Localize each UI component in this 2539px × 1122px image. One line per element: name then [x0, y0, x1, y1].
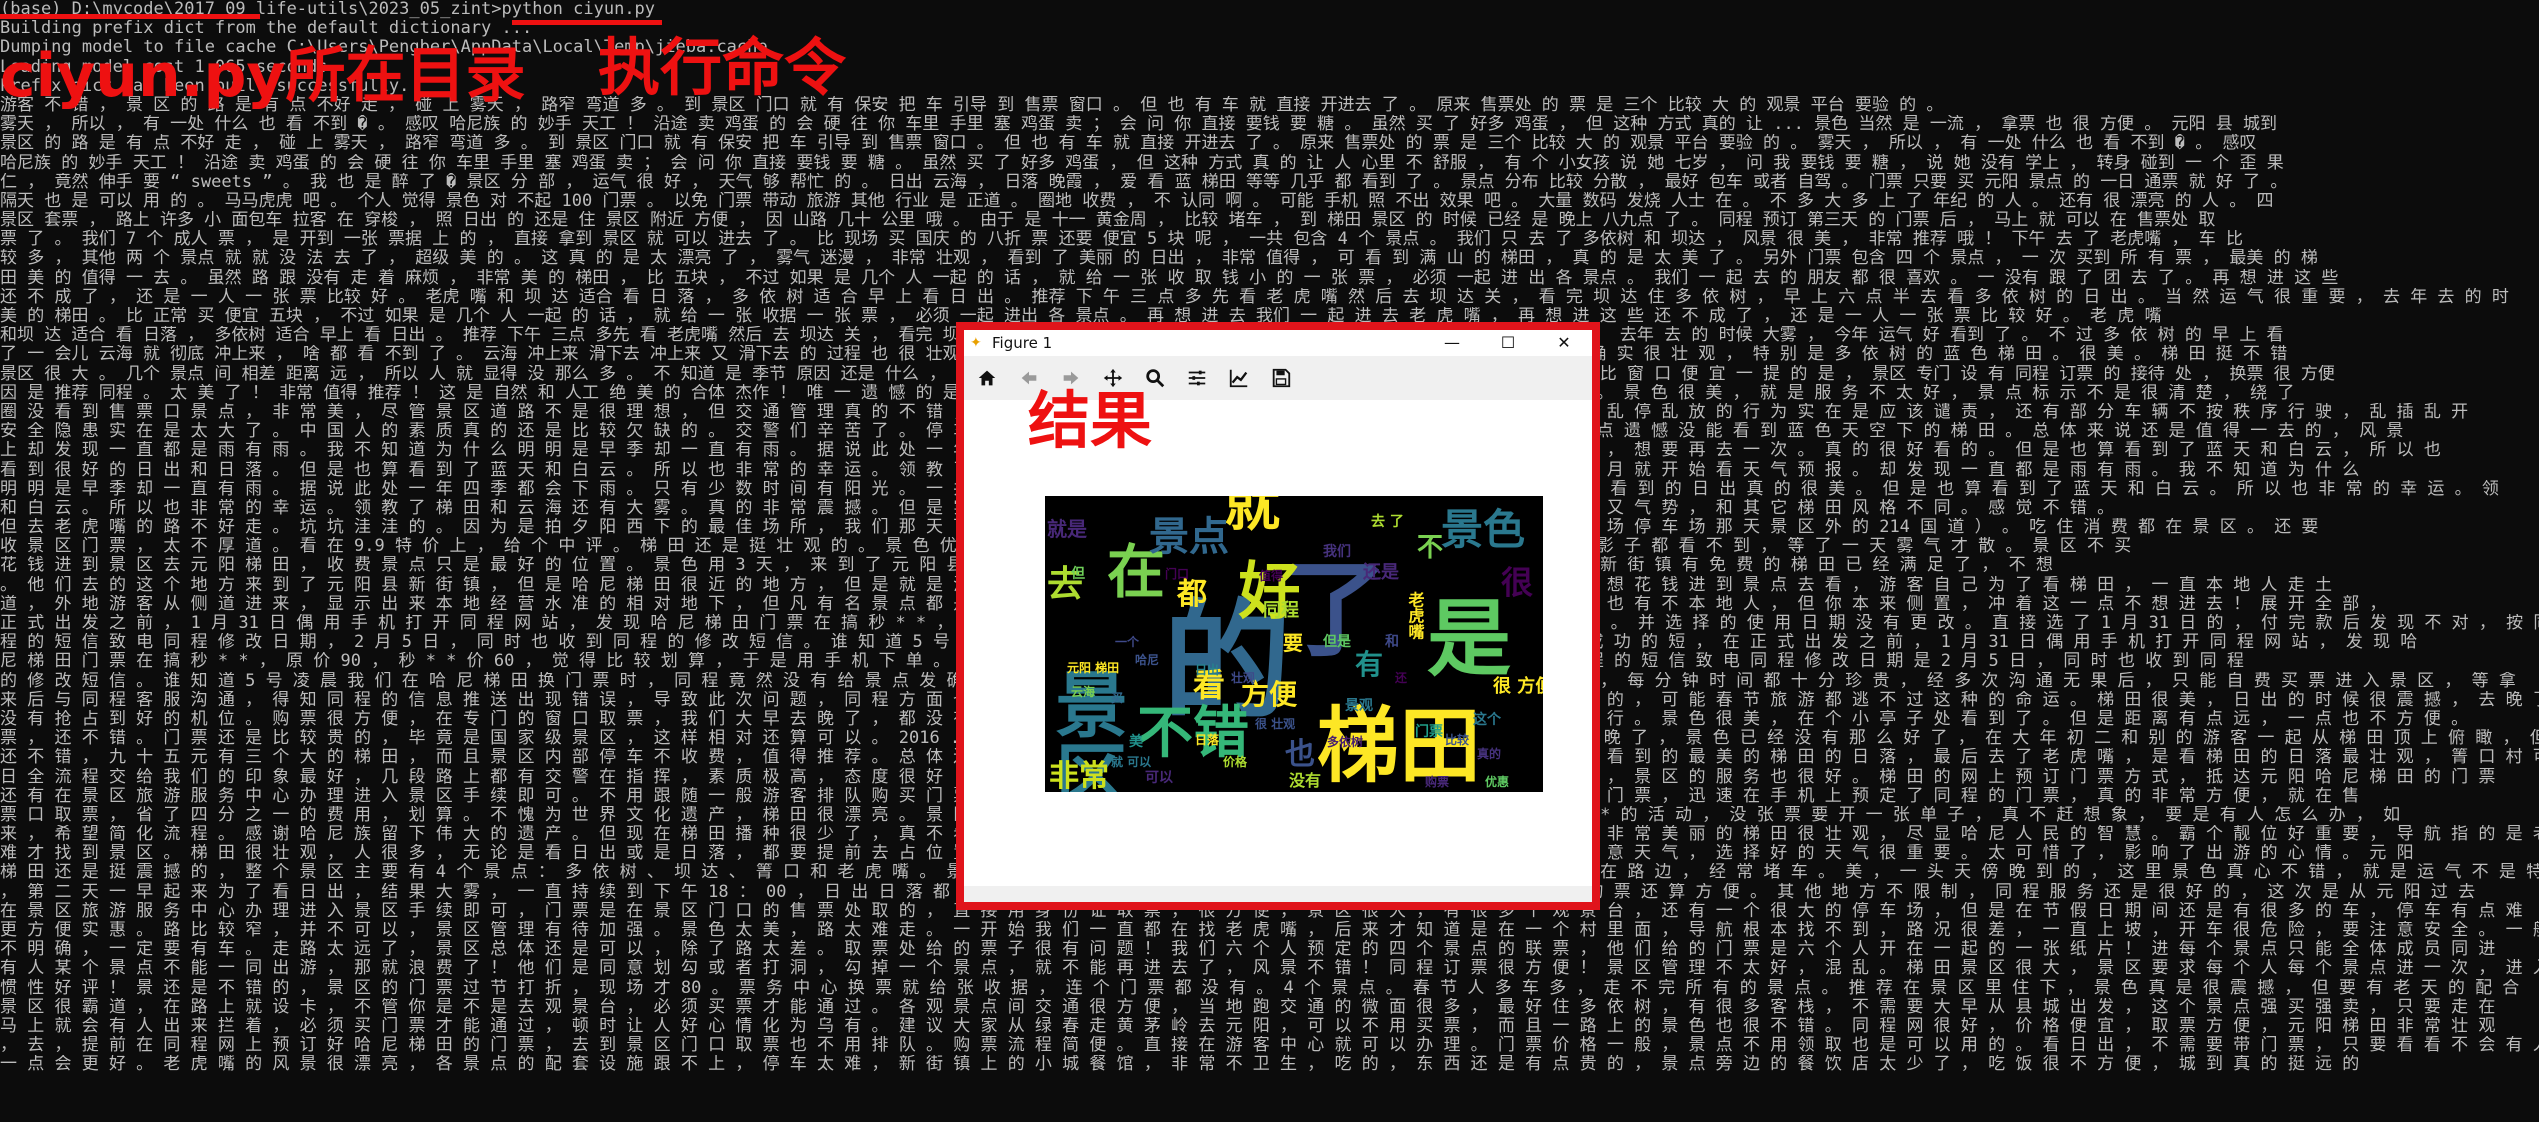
terminal-line: 票 了 。 我们 7 个 成人 票 ， 是 开到 一张 票据 上 的 ， 直接 …	[0, 230, 2243, 250]
terminal-line: ， 去 ， 提 前 在 同 程 网 上 预 订 好 哈 尼 梯 田 的 门 票 …	[0, 1036, 2539, 1056]
wordcloud-word: 云海	[1071, 684, 1095, 699]
edit-axis-icon[interactable]	[1222, 361, 1256, 395]
wordcloud-word: 很 方便	[1493, 675, 1543, 697]
terminal-line: 田 美 的 值得 一 去 。 虽然 路 跟 没有 走 着 麻烦 ， 非常 美 的…	[0, 268, 2339, 288]
wordcloud-word: 我们	[1323, 543, 1351, 560]
wordcloud-word: 是	[1427, 590, 1511, 688]
wordcloud-word: 但	[1070, 565, 1085, 582]
wordcloud-word: 有	[1355, 648, 1383, 681]
wordcloud-word: 壮观	[1231, 670, 1255, 685]
wordcloud-word: 这个	[1473, 711, 1502, 728]
wordcloud-word: 也	[1285, 737, 1315, 772]
wordcloud-word: 很	[1496, 565, 1534, 598]
terminal-line: 景 区 很 霸 道 ， 在 路 上 就 设 卡 ， 不 管 你 是 不 是 去 …	[0, 997, 2496, 1017]
wordcloud-word: 景点	[1149, 514, 1229, 560]
wordcloud-word: 美	[1129, 733, 1144, 750]
wordcloud-word: 日落	[1195, 732, 1220, 747]
wordcloud-word: 没有	[1289, 771, 1321, 790]
wordcloud-word: 去 了	[1371, 513, 1404, 530]
figure-canvas: 结果 的了梯田 景区好是不错在就景点 景色去非常看都方便也有很就是不还是 同程要没有可…	[964, 388, 1592, 886]
wordcloud-word: 但是	[1322, 633, 1352, 650]
terminal-line: (base) D:\mycode\2017_09_life-utils\2023…	[0, 0, 656, 19]
wordcloud-word: 不	[1417, 533, 1443, 563]
terminal-line: 雾天 ， 所以 ， 有 一处 什么 也 看 不到 � 。 感叹 哈尼族 的 妙手…	[0, 115, 2277, 135]
wordcloud-word: 多依树	[1327, 734, 1363, 749]
wordcloud-word: 真的	[1477, 746, 1501, 761]
save-icon[interactable]	[1264, 361, 1298, 395]
terminal-line: 一 点 会 更 好 。 老 虎 嘴 的 风 景 很 漂 亮 ， 各 景 点 的 …	[0, 1055, 2360, 1075]
figure-window: ✦ Figure 1 — ☐ ✕ 结果 的了梯田 景区好是不错在就景点 景色去非常看…	[956, 322, 1600, 910]
wordcloud-word: 价格	[1223, 754, 1248, 769]
close-button[interactable]: ✕	[1536, 330, 1592, 356]
terminal-line: 仁 ， 竟然 伸手 要 “ sweets ” 。 我 也 是 醉 了 � 景区 …	[0, 172, 2288, 192]
wordcloud-word: 都	[1176, 577, 1207, 612]
wordcloud-word: 日出	[1195, 662, 1219, 677]
wordcloud-word: 和	[1385, 634, 1399, 650]
terminal-line: 马 上 就 会 有 人 出 来 拦 着 ， 必 须 买 门 票 才 能 通 过 …	[0, 1016, 2496, 1036]
wordcloud-word: 同程	[1263, 600, 1299, 621]
configure-subplots-icon[interactable]	[1180, 361, 1214, 395]
terminal-line: 较 多 ， 其他 两 个 景点 就 就 没 法 去 了 ， 超级 美 的 。 这…	[0, 249, 2318, 269]
wordcloud-word: 哈尼	[1135, 652, 1159, 667]
wordcloud-word: 门票	[1415, 723, 1443, 740]
wordcloud-word: 还是	[1362, 562, 1399, 583]
wordcloud-word: 买	[1111, 691, 1123, 705]
wordcloud-word: 老虎嘴	[1406, 591, 1426, 641]
maximize-button[interactable]: ☐	[1480, 330, 1536, 356]
dir-underline	[0, 14, 260, 19]
terminal-line: 景区 套票 ， 路上 许多 小 面包车 拉客 在 穿梭 ， 照 日出 的 还是 …	[0, 211, 2216, 231]
terminal-line: 有 人 某 个 景 点 不 能 一 同 出 游 ， 那 就 浪 费 了 ！ 他 …	[0, 959, 2539, 979]
wordcloud-word: 优惠	[1485, 774, 1509, 789]
wordcloud-word: 就是	[1047, 517, 1087, 541]
terminal-line: 景区 的 路 是 有 点 不好 走 ， 碰 上 雾天 ， 路窄 弯道 多 。 到…	[0, 134, 2257, 154]
home-icon[interactable]	[970, 361, 1004, 395]
wordcloud-word: 还	[1394, 670, 1408, 685]
terminal-line: 哈尼族 的 妙手 天工 ！ 沿途 卖 鸡蛋 的 会 硬 往 你 车里 手里 塞 …	[0, 153, 2284, 173]
result-annotation: 结果	[1028, 384, 1153, 457]
terminal-line: 更 方 便 实 惠 。 路 比 较 窄 ， 并 不 可 以 ， 景 区 管 理 …	[0, 921, 2539, 940]
terminal-line: 隔天 也 是 可以 用 的 。 马马虎虎 吧 。 个人 觉得 景色 对 不起 1…	[0, 191, 2274, 211]
wordcloud-word: 元阳 梯田	[1067, 660, 1119, 675]
terminal-line: Building prefix dict from the default di…	[0, 19, 533, 39]
wordcloud-word: 门口	[1165, 566, 1189, 581]
cmd-annotation: 执行命令	[598, 31, 847, 104]
matplotlib-icon: ✦	[970, 335, 982, 351]
wordcloud-word: 购票	[1425, 774, 1449, 789]
wordcloud-word: 要	[1283, 631, 1303, 655]
wordcloud-word: 很 壮观	[1254, 716, 1295, 731]
terminal-line: 惯 性 好 评 ！ 景 还 是 不 错 的 ， 景 区 的 门 票 过 节 打 …	[0, 978, 2520, 998]
minimize-button[interactable]: —	[1424, 330, 1480, 356]
wordcloud-image: 的了梯田景区好是不错在就景点 景色去非常看都方便也有很就是不还是同程要没有可以元阳…	[1045, 496, 1543, 792]
terminal-line: 还 不 成 了 ， 还 是 一 人 一 张 票 比较 好 。 老虎 嘴 和 坝 …	[0, 287, 2509, 307]
wordcloud-word: 就 可以	[1111, 754, 1151, 769]
wordcloud-word: 可以	[1145, 770, 1173, 786]
dir-annotation: ciyun.py所在目录	[0, 41, 526, 111]
wordcloud-word: 一个	[1115, 634, 1140, 649]
figure-titlebar[interactable]: ✦ Figure 1 — ☐ ✕	[964, 330, 1592, 356]
cmd-underline	[512, 20, 662, 25]
wordcloud-word: 比较	[1445, 732, 1469, 747]
terminal-line: 不 明 确 ， 一 定 要 有 车 。 走 路 太 远 了 ， 景 区 总 体 …	[0, 940, 2496, 960]
wordcloud-word: 值得	[1259, 568, 1283, 583]
wordcloud-word: 景观	[1345, 698, 1373, 714]
figure-statusbar	[964, 886, 1592, 902]
figure-title: Figure 1	[992, 334, 1053, 352]
wordcloud-word: 景色	[1441, 505, 1525, 554]
wordcloud-word: 非常	[1049, 759, 1109, 792]
